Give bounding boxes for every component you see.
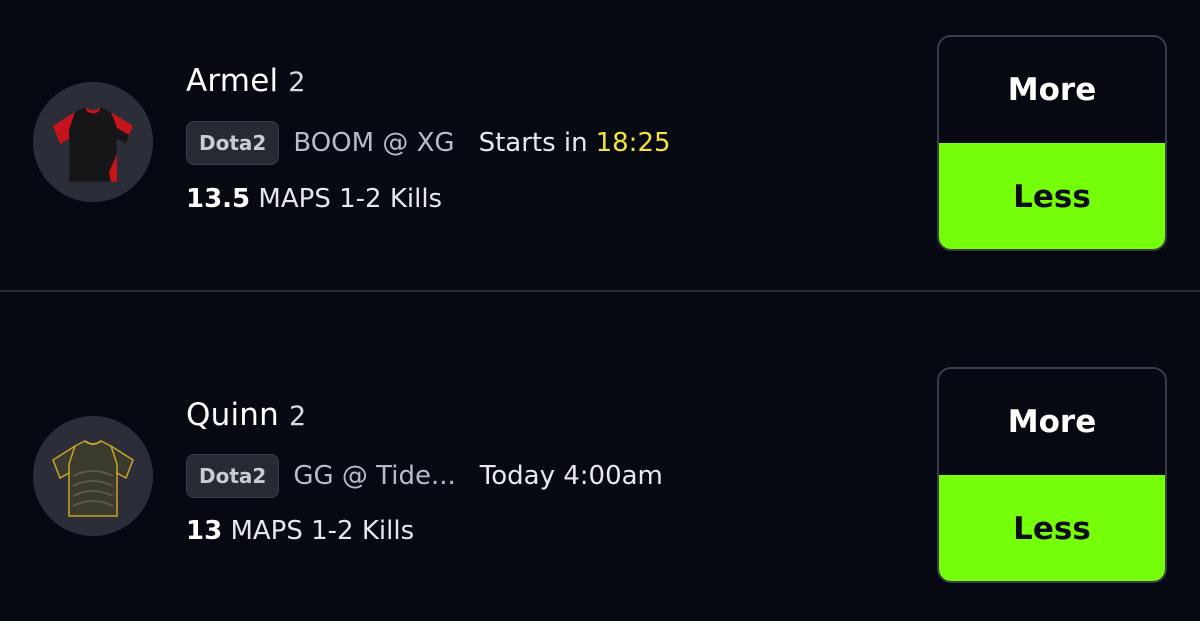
- start-time-label: Today 4:00am: [479, 461, 663, 491]
- league-tag: Dota2: [186, 454, 280, 498]
- less-button[interactable]: Less: [939, 475, 1165, 581]
- player-avatar: [33, 82, 153, 202]
- line-value: 13: [186, 516, 223, 546]
- player-name: Armel 2: [186, 63, 306, 99]
- projection-card: Armel 2 Dota2 BOOM @ XG Starts in 18:25 1…: [0, 0, 1200, 290]
- more-button[interactable]: More: [939, 369, 1165, 475]
- player-avatar: [33, 416, 153, 536]
- projection-card: Quinn 2 Dota2 GG @ Tide... Today 4:00am 1…: [0, 292, 1200, 621]
- stat-label: MAPS 1-2 Kills: [230, 516, 415, 546]
- countdown-timer: 18:25: [595, 128, 671, 158]
- start-time-label: Starts in: [478, 128, 588, 158]
- less-button[interactable]: Less: [939, 143, 1165, 249]
- matchup: BOOM @ XG: [293, 128, 455, 158]
- league-tag: Dota2: [186, 121, 280, 165]
- red-black-jersey-icon: [33, 82, 153, 202]
- projection-line: 13.5 MAPS 1-2 Kills: [186, 184, 442, 214]
- pick-buttons: More Less: [937, 35, 1167, 251]
- black-gold-jersey-icon: [33, 416, 153, 536]
- player-number: 2: [288, 401, 307, 432]
- stat-label: MAPS 1-2 Kills: [258, 184, 443, 214]
- player-name: Quinn 2: [186, 397, 307, 433]
- projection-line: 13 MAPS 1-2 Kills: [186, 516, 414, 546]
- match-meta: Dota2 GG @ Tide... Today 4:00am: [186, 453, 663, 499]
- line-value: 13.5: [186, 184, 251, 214]
- match-meta: Dota2 BOOM @ XG Starts in 18:25: [186, 120, 671, 166]
- more-button[interactable]: More: [939, 37, 1165, 143]
- player-number: 2: [288, 67, 306, 98]
- pick-buttons: More Less: [937, 367, 1167, 583]
- matchup: GG @ Tide...: [293, 461, 456, 491]
